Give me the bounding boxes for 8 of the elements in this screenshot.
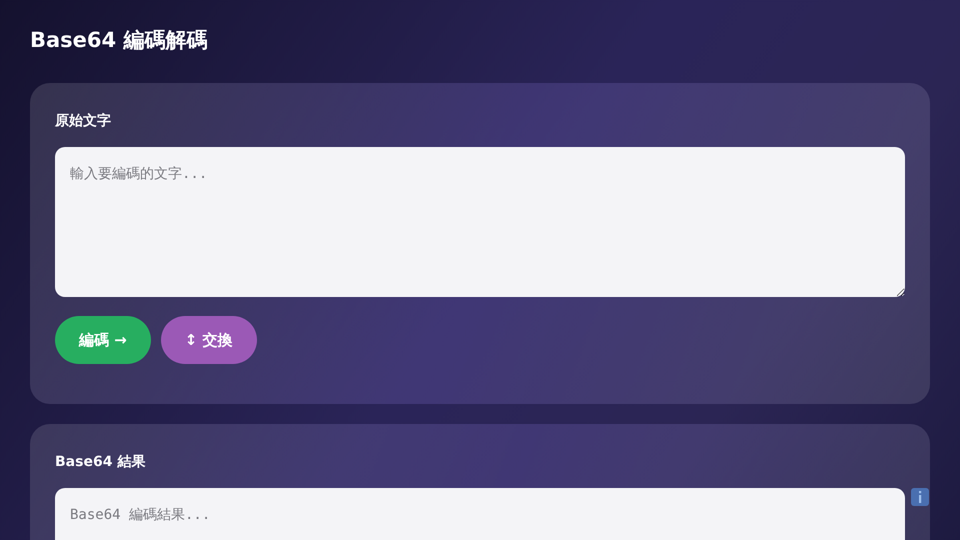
page-title: Base64 編碼解碼 [30, 27, 208, 54]
info-icon[interactable] [911, 488, 929, 506]
encode-button[interactable]: 編碼 → [55, 316, 151, 364]
field-label: 原始文字 [55, 112, 112, 131]
swap-button[interactable]: ↕ 交換 [160, 316, 257, 364]
field-label: Base64 結果 [55, 453, 146, 472]
output-field[interactable]: Base64 編碼結果... [55, 488, 905, 540]
input-field[interactable]: 輸入要編碼的文字... [55, 147, 905, 297]
